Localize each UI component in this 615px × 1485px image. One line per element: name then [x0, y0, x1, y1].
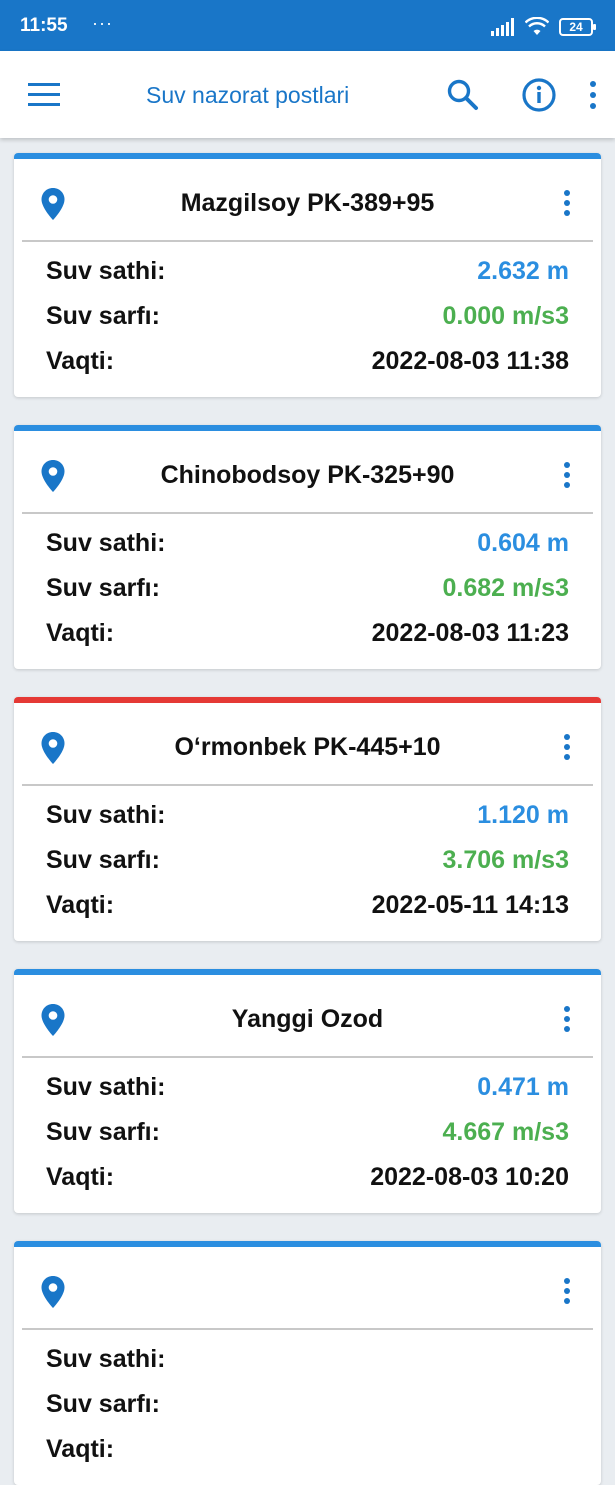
location-pin-icon[interactable] — [40, 1275, 66, 1309]
water-level-label: Suv sathi: — [46, 257, 166, 285]
time-row: Vaqti: 2022-05-11 14:13 — [46, 891, 569, 925]
water-level-row: Suv sathi: 1.120 m — [46, 801, 569, 835]
water-flow-row: Suv sarfı: 0.682 m/s3 — [46, 574, 569, 608]
wifi-icon — [525, 17, 549, 35]
water-level-label: Suv sathi: — [46, 529, 166, 557]
time-label: Vaqti: — [46, 347, 115, 375]
card-more-icon[interactable] — [563, 733, 571, 761]
card-more-icon[interactable] — [563, 189, 571, 217]
divider — [22, 512, 593, 514]
water-level-value: 0.471 m — [477, 1073, 569, 1101]
divider — [22, 240, 593, 242]
time-row: Vaqti: — [46, 1435, 569, 1469]
time-row: Vaqti: 2022-08-03 11:23 — [46, 619, 569, 653]
water-flow-label: Suv sarfı: — [46, 574, 160, 602]
card-more-icon[interactable] — [563, 1277, 571, 1305]
status-bar-line — [14, 425, 601, 431]
water-level-row: Suv sathi: 2.632 m — [46, 257, 569, 291]
water-flow-value: 0.000 m/s3 — [442, 302, 570, 330]
status-time: 11:55 — [20, 15, 68, 36]
system-icons: 24 — [491, 16, 596, 38]
time-label: Vaqti: — [46, 1163, 115, 1191]
time-label: Vaqti: — [46, 891, 115, 919]
post-card[interactable]: Suv sathi: Suv sarfı: Vaqti: — [14, 1241, 601, 1485]
water-level-label: Suv sathi: — [46, 1345, 166, 1373]
water-level-row: Suv sathi: 0.604 m — [46, 529, 569, 563]
menu-icon[interactable] — [28, 83, 60, 107]
water-level-row: Suv sathi: — [46, 1345, 569, 1379]
water-flow-row: Suv sarfı: — [46, 1390, 569, 1424]
water-flow-value: 0.682 m/s3 — [442, 574, 570, 602]
time-row: Vaqti: 2022-08-03 11:38 — [46, 347, 569, 381]
water-flow-row: Suv sarfı: 3.706 m/s3 — [46, 846, 569, 880]
water-flow-label: Suv sarfı: — [46, 1390, 160, 1418]
post-name: Mazgilsoy PK-389+95 — [180, 189, 435, 217]
time-value: 2022-08-03 11:38 — [371, 347, 569, 375]
time-value: 2022-08-03 10:20 — [370, 1163, 569, 1191]
water-level-label: Suv sathi: — [46, 1073, 166, 1101]
time-label: Vaqti: — [46, 619, 115, 647]
water-flow-row: Suv sarfı: 0.000 m/s3 — [46, 302, 569, 336]
divider — [22, 1056, 593, 1058]
status-bar: 11:55 ··· 24 — [0, 0, 615, 51]
post-name: O‘rmonbek PK-445+10 — [174, 733, 441, 761]
post-card[interactable]: Chinobodsoy PK-325+90 Suv sathi: 0.604 m… — [14, 425, 601, 669]
card-more-icon[interactable] — [563, 461, 571, 489]
search-icon[interactable] — [446, 78, 480, 112]
water-flow-label: Suv sarfı: — [46, 1118, 160, 1146]
location-pin-icon[interactable] — [40, 187, 66, 221]
card-more-icon[interactable] — [563, 1005, 571, 1033]
more-options-icon[interactable] — [588, 80, 598, 110]
post-card[interactable]: O‘rmonbek PK-445+10 Suv sathi: 1.120 m S… — [14, 697, 601, 941]
time-value: 2022-08-03 11:23 — [371, 619, 569, 647]
location-pin-icon[interactable] — [40, 731, 66, 765]
signal-icon — [491, 18, 514, 36]
status-bar-line — [14, 969, 601, 975]
battery-icon: 24 — [559, 18, 596, 36]
location-pin-icon[interactable] — [40, 459, 66, 493]
water-level-value: 1.120 m — [477, 801, 569, 829]
time-value: 2022-05-11 14:13 — [371, 891, 569, 919]
water-level-value: 0.604 m — [477, 529, 569, 557]
water-level-row: Suv sathi: 0.471 m — [46, 1073, 569, 1107]
divider — [22, 784, 593, 786]
water-flow-label: Suv sarfı: — [46, 846, 160, 874]
post-name: Yanggi Ozod — [231, 1005, 384, 1033]
info-icon[interactable] — [521, 77, 557, 113]
post-card[interactable]: Mazgilsoy PK-389+95 Suv sathi: 2.632 m S… — [14, 153, 601, 397]
location-pin-icon[interactable] — [40, 1003, 66, 1037]
water-flow-label: Suv sarfı: — [46, 302, 160, 330]
status-bar-line — [14, 1241, 601, 1247]
app-bar: Suv nazorat postlari — [0, 51, 615, 138]
status-bar-line — [14, 153, 601, 159]
water-flow-value: 4.667 m/s3 — [442, 1118, 570, 1146]
water-flow-value: 3.706 m/s3 — [442, 846, 570, 874]
divider — [22, 1328, 593, 1330]
water-level-value: 2.632 m — [477, 257, 569, 285]
water-flow-row: Suv sarfı: 4.667 m/s3 — [46, 1118, 569, 1152]
water-level-label: Suv sathi: — [46, 801, 166, 829]
page-title: Suv nazorat postlari — [146, 82, 350, 108]
post-name: Chinobodsoy PK-325+90 — [160, 461, 455, 489]
time-label: Vaqti: — [46, 1435, 115, 1463]
post-card[interactable]: Yanggi Ozod Suv sathi: 0.471 m Suv sarfı… — [14, 969, 601, 1213]
status-bar-line — [14, 697, 601, 703]
notification-dots: ··· — [92, 13, 113, 33]
time-row: Vaqti: 2022-08-03 10:20 — [46, 1163, 569, 1197]
